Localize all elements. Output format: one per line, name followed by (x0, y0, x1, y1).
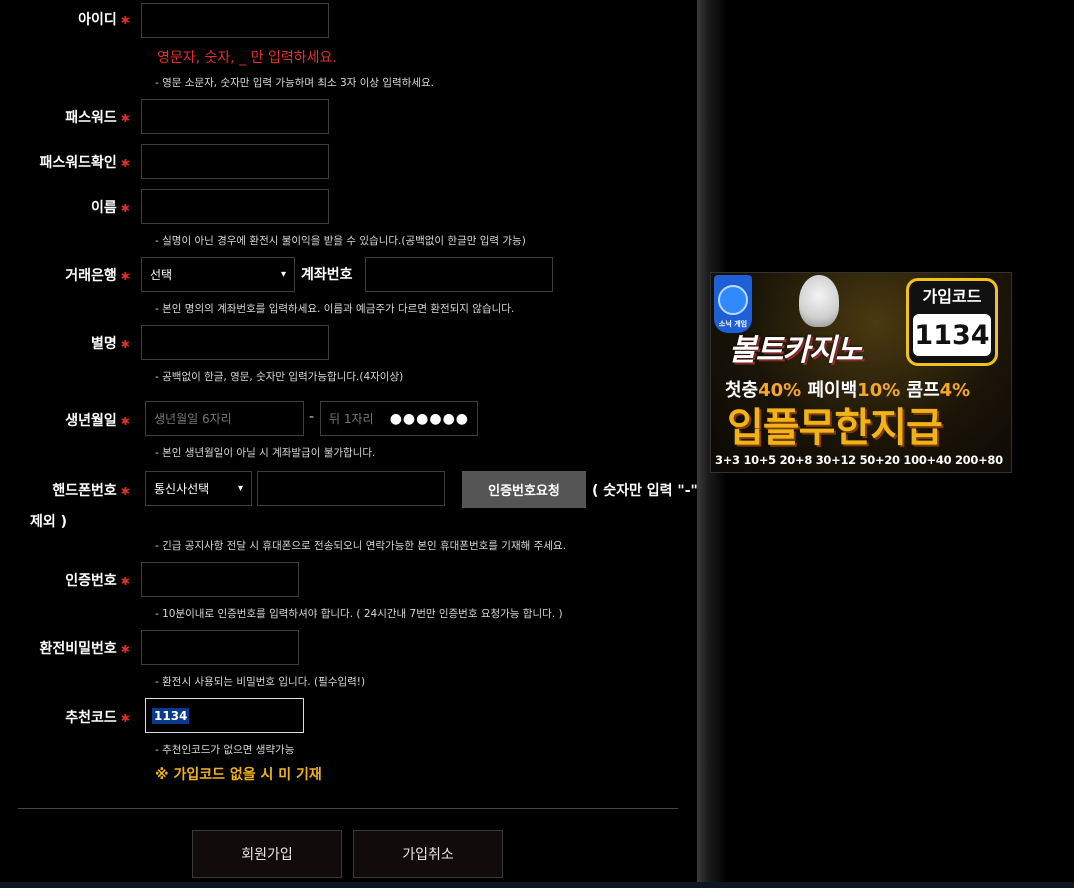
submit-button[interactable]: 회원가입 (192, 830, 342, 878)
required-mark: ✱ (120, 270, 130, 283)
password-input[interactable] (141, 99, 329, 134)
withdraw-password-label: 환전비밀번호 ✱ (39, 641, 131, 657)
verify-hint: - 10분이내로 인증번호를 입력하셔야 합니다. ( 24시간내 7번만 인증… (155, 608, 563, 620)
birth-hint: - 본인 생년월일이 아닐 시 계좌발급이 불가합니다. (155, 447, 376, 459)
user-id-input[interactable] (141, 3, 329, 38)
referral-hint: - 추천인코드가 없으면 생략가능 (155, 744, 295, 756)
phone-input[interactable] (257, 471, 445, 506)
banner-bonus-table: 3+3 10+5 20+8 30+12 50+20 100+40 200+80 (715, 453, 1003, 467)
birth-dash: - (309, 409, 315, 425)
nickname-hint: - 공백없이 한글, 영문, 숫자만 입력가능합니다.(4자이상) (155, 371, 404, 383)
bank-hint: - 본인 명의의 계좌번호를 입력하세요. 이름과 예금주가 다르면 환전되지 … (155, 303, 515, 315)
password-confirm-label: 패스워드확인 ✱ (39, 155, 131, 171)
required-mark: ✱ (120, 202, 130, 215)
nickname-input[interactable] (141, 325, 329, 360)
withdraw-password-input[interactable] (141, 630, 299, 665)
banner-brand: 볼트카지노 (729, 333, 863, 368)
required-mark: ✱ (120, 485, 130, 498)
required-mark: ✱ (120, 112, 130, 125)
required-mark: ✱ (120, 338, 130, 351)
referral-code-input[interactable]: 1134 (145, 698, 304, 733)
carrier-select[interactable]: 통신사선택 ▾ (145, 471, 252, 506)
sonic-icon (718, 285, 748, 315)
join-code-box: 가입코드 1134 (906, 278, 998, 366)
phone-note-wrap: 제외 ) (30, 514, 68, 530)
bank-select[interactable]: 선택 ▾ (141, 257, 295, 292)
chevron-down-icon: ▾ (237, 483, 243, 494)
phone-note: ( 숫자만 입력 "-" (592, 483, 698, 499)
birth-label: 생년월일 ✱ (65, 413, 130, 429)
birth-back-input[interactable]: 뒤 1자리 ●●●●●● (320, 401, 478, 436)
required-mark: ✱ (120, 415, 130, 428)
signup-form: 아이디 ✱ 영문자, 숫자, _ 만 입력하세요. - 영문 소문자, 숫자만 입… (0, 0, 698, 882)
account-label: 계좌번호 (301, 267, 353, 283)
birth-mask: ●●●●●● (389, 410, 469, 427)
required-mark: ✱ (120, 157, 130, 170)
account-number-input[interactable] (365, 257, 553, 292)
required-mark: ✱ (120, 712, 130, 725)
phone-hint: - 긴급 공지사항 전달 시 휴대폰으로 전송되오니 연락가능한 본인 휴대폰번… (155, 540, 566, 552)
user-id-error: 영문자, 숫자, _ 만 입력하세요. (157, 50, 337, 66)
form-divider (18, 808, 678, 809)
join-code-value: 1134 (913, 314, 991, 356)
required-mark: ✱ (120, 14, 130, 27)
referral-label: 추천코드 ✱ (65, 710, 130, 726)
bank-select-value: 선택 (150, 268, 173, 282)
user-id-label: 아이디 ✱ (78, 12, 130, 28)
page-bottom-bar (0, 882, 1074, 888)
referral-code-value: 1134 (152, 707, 190, 724)
password-label: 패스워드 ✱ (65, 110, 130, 126)
birth-front-input[interactable]: 생년월일 6자리 (145, 401, 304, 436)
user-id-hint: - 영문 소문자, 숫자만 입력 가능하며 최소 3자 이상 입력하세요. (155, 77, 435, 89)
name-input[interactable] (141, 189, 329, 224)
cancel-button[interactable]: 가입취소 (353, 830, 503, 878)
chevron-down-icon: ▾ (280, 269, 286, 280)
required-mark: ✱ (120, 643, 130, 656)
promo-banner[interactable]: 소닉 게임 가입코드 1134 볼트카지노 첫충40% 페이백10% 콤프4% … (710, 272, 1012, 473)
name-hint: - 실명이 아닌 경우에 환전시 불이익을 받을 수 있습니다.(공백없이 한글… (155, 235, 526, 247)
banner-headline: 입플무한지급 (727, 405, 943, 451)
birth-front-placeholder: 생년월일 6자리 (154, 412, 232, 426)
referral-notice: ※ 가입코드 없을 시 미 기재 (155, 767, 322, 783)
password-confirm-input[interactable] (141, 144, 329, 179)
withdraw-password-hint: - 환전시 사용되는 비밀번호 입니다. (필수입력!) (155, 676, 366, 688)
verify-label: 인증번호 ✱ (65, 573, 130, 589)
nickname-label: 별명 ✱ (91, 336, 130, 352)
name-label: 이름 ✱ (91, 200, 130, 216)
birth-back-placeholder: 뒤 1자리 (329, 412, 374, 426)
bank-label: 거래은행 ✱ (65, 268, 130, 284)
request-code-button[interactable]: 인증번호요청 (462, 471, 586, 508)
join-code-title: 가입코드 (922, 287, 982, 306)
dog-mascot-icon (799, 275, 839, 327)
phone-label: 핸드폰번호 ✱ (52, 483, 130, 499)
verify-code-input[interactable] (141, 562, 299, 597)
required-mark: ✱ (120, 575, 130, 588)
carrier-select-value: 통신사선택 (154, 482, 210, 496)
